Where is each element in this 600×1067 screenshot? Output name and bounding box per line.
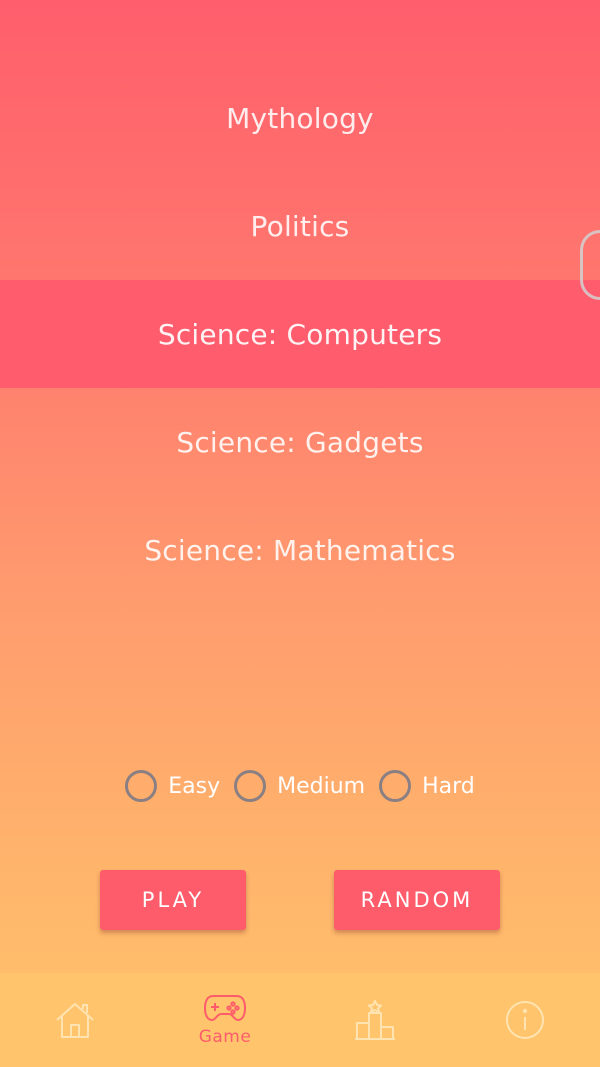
category-label: Politics bbox=[250, 209, 350, 243]
radio-label-hard: Hard bbox=[422, 773, 475, 799]
category-label: Science: Computers bbox=[157, 317, 443, 351]
difficulty-option-easy[interactable]: Easy bbox=[125, 770, 220, 802]
radio-button-easy[interactable] bbox=[125, 770, 158, 802]
radio-label-medium: Medium bbox=[277, 773, 366, 799]
nav-item-info[interactable] bbox=[450, 973, 600, 1067]
nav-item-game[interactable]: Game bbox=[150, 973, 300, 1067]
scroll-handle[interactable] bbox=[580, 230, 600, 300]
nav-label-game: Game bbox=[198, 1027, 252, 1047]
random-button[interactable]: RANDOM bbox=[334, 870, 500, 930]
radio-label-easy: Easy bbox=[168, 773, 221, 799]
category-item-politics[interactable]: Politics bbox=[0, 172, 600, 280]
bottom-navigation: Game bbox=[0, 973, 600, 1067]
category-item-science-mathematics[interactable]: Science: Mathematics bbox=[0, 496, 600, 604]
category-item-science-gadgets[interactable]: Science: Gadgets bbox=[0, 388, 600, 496]
leaderboard-icon bbox=[355, 1000, 395, 1040]
category-label: Science: Gadgets bbox=[176, 425, 424, 459]
gamepad-icon bbox=[204, 995, 246, 1021]
category-item-mythology[interactable]: Mythology bbox=[0, 64, 600, 172]
category-screen: Mythology Politics Science: Computers Sc… bbox=[0, 0, 600, 1067]
difficulty-radio-group: Easy Medium Hard bbox=[0, 770, 600, 802]
category-picker[interactable]: Mythology Politics Science: Computers Sc… bbox=[0, 64, 600, 604]
radio-button-medium[interactable] bbox=[234, 770, 267, 802]
radio-button-hard[interactable] bbox=[379, 770, 412, 802]
category-label: Science: Mathematics bbox=[144, 533, 456, 567]
category-item-science-computers[interactable]: Science: Computers bbox=[0, 280, 600, 388]
nav-item-leaderboard[interactable] bbox=[300, 973, 450, 1067]
difficulty-option-medium[interactable]: Medium bbox=[234, 770, 365, 802]
difficulty-option-hard[interactable]: Hard bbox=[379, 770, 475, 802]
play-button[interactable]: PLAY bbox=[100, 870, 246, 930]
nav-item-home[interactable] bbox=[0, 973, 150, 1067]
info-icon bbox=[506, 1001, 544, 1039]
category-label: Mythology bbox=[226, 101, 374, 135]
home-icon bbox=[56, 1003, 94, 1038]
